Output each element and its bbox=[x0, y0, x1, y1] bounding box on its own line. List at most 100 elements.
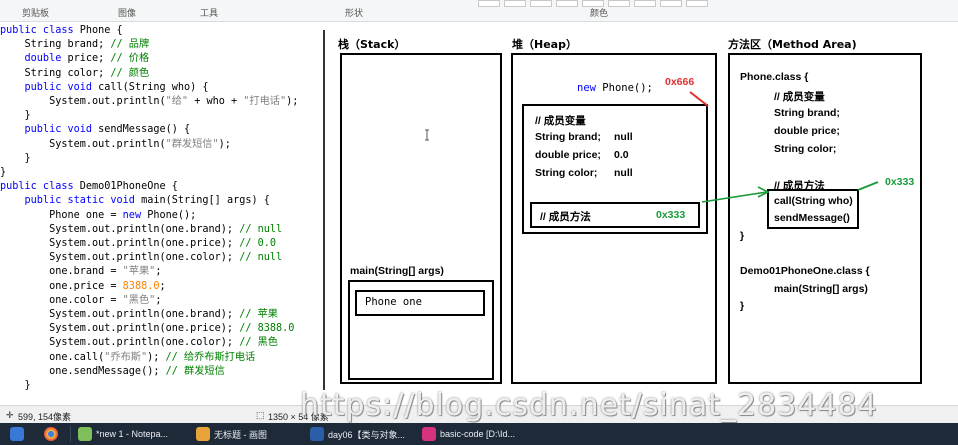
selection-icon: ⬚ bbox=[256, 410, 265, 420]
code-token: price; bbox=[67, 53, 111, 65]
color-swatch[interactable] bbox=[686, 0, 708, 7]
code-token: } bbox=[0, 110, 31, 122]
color-swatch[interactable] bbox=[530, 0, 552, 7]
code-token: 8388.0 bbox=[122, 280, 160, 292]
code-token: System.out.println(one.price); bbox=[0, 238, 240, 250]
taskbar-paint-label: 无标题 - 画图 bbox=[214, 429, 267, 440]
code-token: ); bbox=[286, 96, 299, 108]
code-line: one.color = "黑色"; bbox=[0, 294, 326, 308]
code-token: ; bbox=[155, 294, 162, 306]
color-swatch[interactable] bbox=[478, 0, 500, 7]
taskbar-notepad[interactable]: *new 1 - Notepa... bbox=[74, 425, 172, 443]
code-token: // null bbox=[239, 223, 283, 235]
taskbar-word-label: day06【类与对象... bbox=[328, 429, 406, 440]
code-line: public void sendMessage() { bbox=[0, 123, 326, 137]
cursor-position: 599, 154像素 bbox=[18, 412, 72, 422]
taskbar-idea[interactable]: basic-code [D:\Id... bbox=[418, 425, 519, 443]
code-token: one.color = bbox=[0, 294, 123, 306]
code-token: // null bbox=[239, 252, 283, 264]
color-swatch[interactable] bbox=[582, 0, 604, 7]
code-token: } bbox=[0, 167, 7, 179]
code-line: System.out.println(one.brand); // null bbox=[0, 223, 326, 237]
code-token: main(String[] args) { bbox=[141, 195, 270, 207]
code-line: one.price = 8388.0; bbox=[0, 280, 326, 294]
code-token: // 品牌 bbox=[110, 39, 150, 51]
ribbon-group-image[interactable]: 图像 bbox=[118, 6, 136, 19]
code-token: "黑色" bbox=[122, 294, 156, 306]
code-line: } bbox=[0, 152, 326, 166]
code-line: String color; // 颜色 bbox=[0, 67, 326, 81]
code-token: // 苹果 bbox=[239, 309, 278, 321]
code-token: System.out.println(one.price); bbox=[0, 323, 240, 335]
code-token: ); bbox=[218, 138, 231, 150]
code-token: public void bbox=[0, 124, 99, 136]
ribbon-group-clipboard[interactable]: 剪贴板 bbox=[22, 6, 49, 19]
code-panel: public class Phone { String brand; // 品牌… bbox=[0, 24, 326, 394]
taskbar: *new 1 - Notepa... 无标题 - 画图 day06【类与对象..… bbox=[0, 423, 958, 445]
idea-icon bbox=[422, 427, 436, 441]
code-token: // 价格 bbox=[110, 53, 150, 65]
taskbar-word[interactable]: day06【类与对象... bbox=[306, 425, 409, 443]
code-line: double price; // 价格 bbox=[0, 52, 326, 66]
code-token: System.out.println(one.color); bbox=[0, 252, 240, 264]
code-line: System.out.println(one.color); // null bbox=[0, 251, 326, 265]
code-token: System.out.println(one.brand); bbox=[0, 223, 240, 235]
code-line: String brand; // 品牌 bbox=[0, 38, 326, 52]
ribbon-bar: 剪贴板 图像 工具 形状 颜色 bbox=[0, 0, 958, 22]
taskbar-idea-label: basic-code [D:\Id... bbox=[440, 429, 516, 439]
code-line: System.out.println(one.color); // 黑色 bbox=[0, 336, 326, 350]
green-pointer-line bbox=[857, 181, 879, 191]
code-token: "给" bbox=[165, 96, 189, 108]
code-token: + who + bbox=[188, 96, 244, 108]
code-token: new bbox=[122, 209, 148, 221]
code-token: Phone { bbox=[79, 25, 123, 36]
color-swatch[interactable] bbox=[608, 0, 630, 7]
code-token: call(String who) { bbox=[98, 81, 209, 93]
code-line: System.out.println(one.price); // 8388.0 bbox=[0, 322, 326, 336]
code-token: one.sendMessage(); bbox=[0, 365, 166, 377]
code-token: "苹果" bbox=[122, 266, 156, 278]
chrome-button[interactable] bbox=[40, 425, 62, 443]
ribbon-group-tools[interactable]: 工具 bbox=[200, 6, 218, 19]
text-cursor-icon bbox=[425, 129, 429, 141]
code-token: // 黑色 bbox=[239, 337, 278, 349]
code-token: ; bbox=[159, 280, 166, 292]
code-line: } bbox=[0, 109, 326, 123]
code-line: public class Demo01PhoneOne { bbox=[0, 180, 326, 194]
method-reference-arrow bbox=[701, 191, 768, 203]
code-token: System.out.println( bbox=[0, 96, 166, 108]
code-token: Demo01PhoneOne { bbox=[79, 181, 178, 193]
paint-icon bbox=[196, 427, 210, 441]
start-button[interactable] bbox=[6, 425, 28, 443]
code-line: System.out.println("群发短信"); bbox=[0, 138, 326, 152]
arrow-layer bbox=[425, 91, 879, 203]
color-swatch[interactable] bbox=[504, 0, 526, 7]
code-token: ; bbox=[155, 266, 162, 278]
code-line: System.out.println(one.brand); // 苹果 bbox=[0, 308, 326, 322]
panel-divider bbox=[323, 30, 325, 390]
color-swatch[interactable] bbox=[556, 0, 578, 7]
code-token: public class bbox=[0, 25, 80, 36]
code-token: // 给乔布斯打电话 bbox=[165, 351, 256, 363]
code-token: System.out.println(one.color); bbox=[0, 337, 240, 349]
code-token: String color; bbox=[0, 67, 111, 79]
code-line: System.out.println("给" + who + "打电话"); bbox=[0, 95, 326, 109]
color-swatch[interactable] bbox=[660, 0, 682, 7]
taskbar-notepad-label: *new 1 - Notepa... bbox=[96, 429, 169, 439]
code-token: public void bbox=[0, 81, 99, 93]
code-line: System.out.println(one.price); // 0.0 bbox=[0, 237, 326, 251]
word-icon bbox=[310, 427, 324, 441]
code-token: ); bbox=[147, 351, 166, 363]
taskbar-paint[interactable]: 无标题 - 画图 bbox=[192, 425, 271, 443]
ribbon-group-colors[interactable]: 颜色 bbox=[590, 6, 608, 19]
taskbar-separator bbox=[70, 426, 71, 442]
color-swatch[interactable] bbox=[634, 0, 656, 7]
ribbon-group-shapes[interactable]: 形状 bbox=[345, 6, 363, 19]
code-token: public static void bbox=[0, 195, 142, 207]
windows-icon bbox=[10, 427, 24, 441]
code-line: public class Phone { bbox=[0, 24, 326, 38]
code-token: Phone one = bbox=[0, 209, 123, 221]
code-token: sendMessage() { bbox=[98, 124, 191, 136]
code-line: Phone one = new Phone(); bbox=[0, 209, 326, 223]
notepad-icon bbox=[78, 427, 92, 441]
